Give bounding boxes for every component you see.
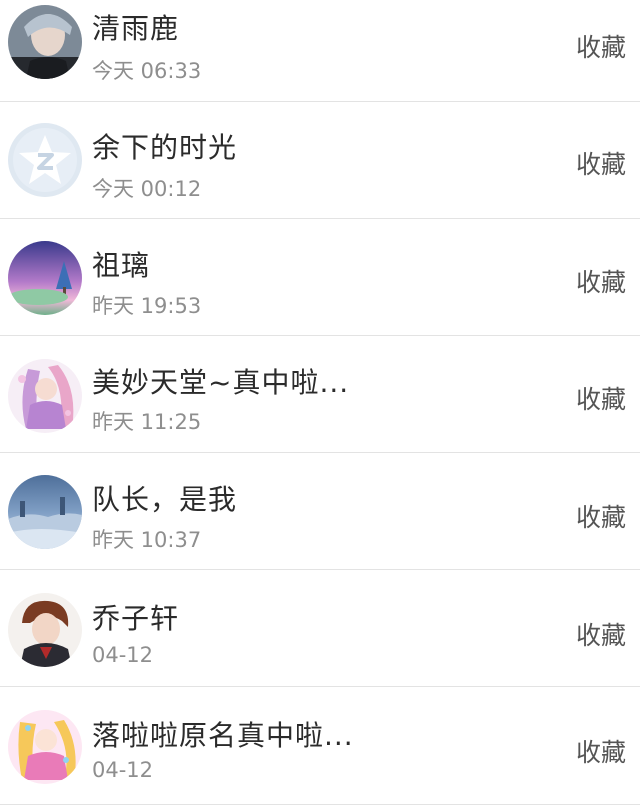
list-item[interactable]: 队长，是我 昨天 10:37 收藏 [0,453,640,570]
timestamp: 04-12 [92,643,154,667]
favorite-button[interactable]: 收藏 [576,733,626,769]
anime-girl-icon[interactable] [8,359,82,433]
favorite-button[interactable]: 收藏 [576,616,626,652]
favorite-button[interactable]: 收藏 [576,263,626,299]
list-item[interactable]: 落啦啦原名真中啦... 04-12 收藏 [0,688,640,805]
contact-name: 美妙天堂~真中啦... [92,366,350,399]
timestamp: 今天 06:33 [92,59,202,83]
favorite-button[interactable]: 收藏 [576,28,626,64]
favorite-button[interactable]: 收藏 [576,498,626,534]
list-item[interactable]: 美妙天堂~真中啦... 昨天 11:25 收藏 [0,336,640,453]
default-qq-avatar-icon[interactable] [8,123,82,197]
anime-boy-icon[interactable] [8,593,82,667]
landscape-tree-icon[interactable] [8,241,82,315]
list-item[interactable]: 清雨鹿 今天 06:33 收藏 [0,0,640,102]
contact-name: 清雨鹿 [92,12,180,45]
timestamp: 昨天 19:53 [92,294,202,318]
anime-idol-icon[interactable] [8,710,82,784]
contact-name: 乔子轩 [92,602,180,635]
contact-name: 余下的时光 [92,131,238,164]
list-item[interactable]: 祖璃 昨天 19:53 收藏 [0,219,640,336]
list-item[interactable]: 乔子轩 04-12 收藏 [0,570,640,687]
timestamp: 今天 00:12 [92,177,202,201]
favorite-button[interactable]: 收藏 [576,380,626,416]
contact-name: 队长，是我 [92,483,238,516]
favorites-list: 清雨鹿 今天 06:33 收藏 余下的时光 今天 00:12 收藏 祖璃 昨天 … [0,0,640,812]
timestamp: 昨天 10:37 [92,528,202,552]
timestamp: 昨天 11:25 [92,410,202,434]
contact-name: 落啦啦原名真中啦... [92,719,354,752]
favorite-button[interactable]: 收藏 [576,145,626,181]
list-item[interactable]: 余下的时光 今天 00:12 收藏 [0,102,640,219]
contact-name: 祖璃 [92,249,151,282]
user-photo-icon[interactable] [8,5,82,79]
timestamp: 04-12 [92,758,154,782]
snow-landscape-icon[interactable] [8,475,82,549]
